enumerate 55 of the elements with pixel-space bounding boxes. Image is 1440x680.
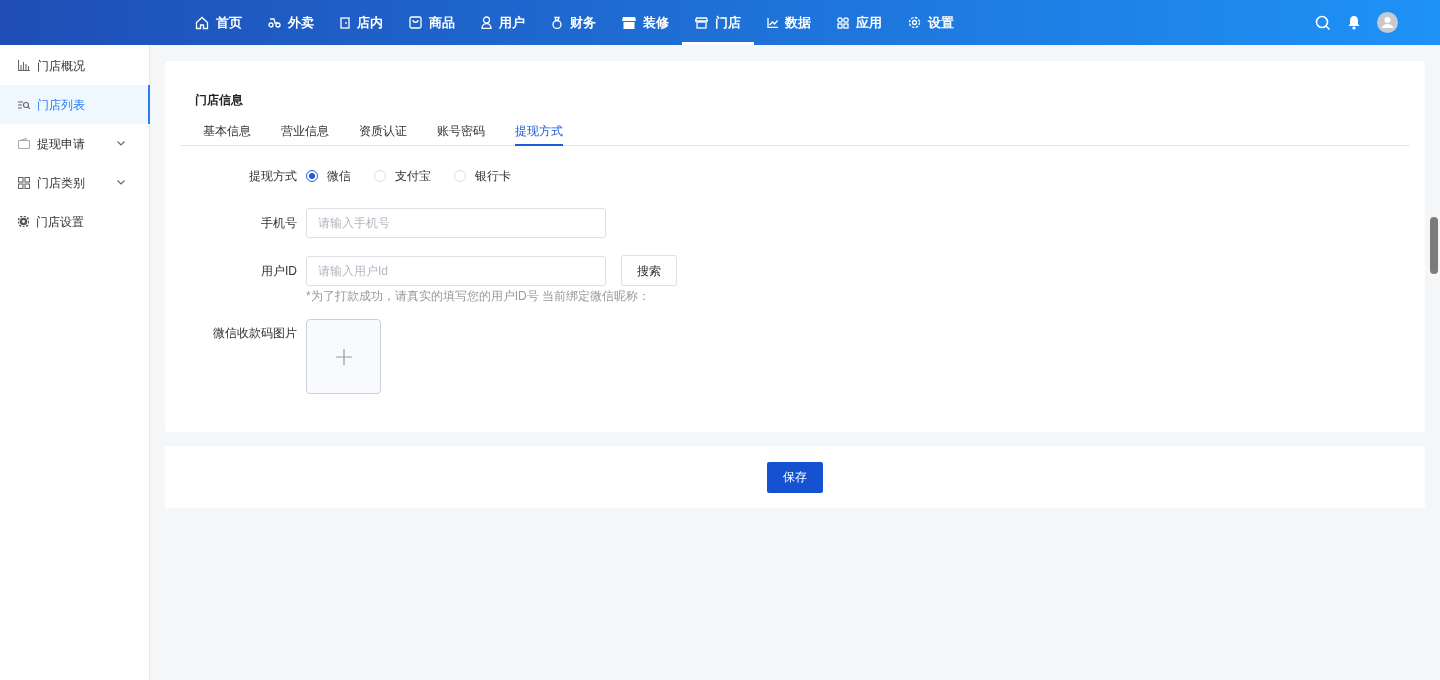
plus-icon — [335, 348, 352, 365]
nav-tab[interactable]: 门店 — [682, 0, 754, 45]
user-icon — [481, 16, 492, 29]
nav-tab[interactable]: 财务 — [538, 0, 609, 45]
grid-icon — [837, 16, 849, 29]
bell-icon[interactable] — [1347, 15, 1361, 30]
door-icon — [340, 16, 350, 29]
field-label: 提现方式 — [248, 168, 298, 185]
store-icon — [695, 16, 708, 29]
grid-icon — [18, 176, 30, 189]
avatar-icon[interactable] — [1377, 12, 1398, 33]
shop-icon — [622, 16, 636, 29]
house-icon — [195, 15, 209, 30]
hint-text: *为了打款成功，请真实的填写您的用户ID号 当前绑定微信昵称： — [306, 288, 651, 305]
nav-tab[interactable]: 应用 — [824, 0, 895, 45]
list-search-icon — [18, 99, 30, 110]
settings-icon — [18, 216, 29, 227]
search-button[interactable]: 搜索 — [621, 255, 677, 286]
scooter-icon — [268, 17, 281, 28]
settings-icon — [908, 16, 921, 29]
save-button[interactable]: 保存 — [767, 461, 823, 493]
tab[interactable]: 资质认证 — [359, 121, 407, 146]
radio-option[interactable]: 支付宝 — [374, 167, 431, 185]
sidebar-item[interactable]: 门店列表 — [0, 85, 150, 124]
nav-tab[interactable]: 用户 — [468, 0, 538, 45]
line-chart-icon — [767, 17, 778, 28]
bar-chart-icon — [18, 60, 30, 71]
tab[interactable]: 营业信息 — [281, 121, 329, 146]
field-label: 微信收款码图片 — [212, 325, 298, 342]
tab[interactable]: 提现方式 — [515, 121, 563, 146]
sidebar-item[interactable]: 门店设置 — [0, 202, 149, 241]
tab[interactable]: 基本信息 — [203, 121, 251, 146]
radio-option[interactable]: 微信 — [306, 167, 351, 185]
wallet-icon — [18, 138, 30, 149]
phone-input-field[interactable]: 请输入手机号 — [306, 208, 606, 238]
radio-option[interactable]: 银行卡 — [454, 167, 511, 185]
bag-icon — [409, 16, 422, 29]
money-bag-icon — [551, 16, 563, 29]
nav-tab[interactable]: 商品 — [396, 0, 468, 45]
nav-tab[interactable]: 数据 — [754, 0, 824, 45]
field-label: 用户ID — [260, 262, 298, 280]
search-icon[interactable] — [1315, 14, 1331, 31]
nav-tab[interactable]: 装修 — [609, 0, 682, 45]
sidebar-item[interactable]: 门店类别 — [0, 163, 149, 202]
sidebar-item[interactable]: 提现申请 — [0, 124, 149, 163]
nav-tab[interactable]: 设置 — [895, 0, 967, 45]
user-id-input-field[interactable]: 请输入用户Id — [306, 255, 606, 286]
tab[interactable]: 账号密码 — [437, 121, 485, 146]
card-title: 门店信息 — [195, 92, 244, 109]
sidebar-item[interactable]: 门店概况 — [0, 46, 149, 85]
scrollbar[interactable] — [1430, 217, 1438, 274]
nav-tab[interactable]: 外卖 — [255, 0, 327, 45]
field-label: 手机号 — [260, 215, 298, 232]
nav-tab[interactable]: 店内 — [327, 0, 396, 45]
nav-tab[interactable]: 首页 — [182, 0, 255, 45]
